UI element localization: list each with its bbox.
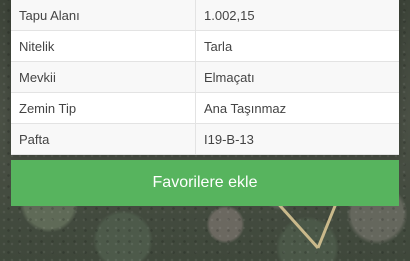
info-row-nitelik: Nitelik Tarla: [11, 31, 399, 62]
info-value: 1.002,15: [195, 0, 399, 30]
info-value: Elmaçatı: [195, 62, 399, 92]
info-label: Tapu Alanı: [19, 7, 80, 23]
info-value: Ana Taşınmaz: [195, 93, 399, 123]
parcel-info-card: Tapu Alanı 1.002,15 Nitelik Tarla Mevkii…: [11, 0, 399, 155]
parcel-info-table: Tapu Alanı 1.002,15 Nitelik Tarla Mevkii…: [11, 0, 399, 155]
info-label: Nitelik: [19, 38, 55, 54]
info-label: Mevkii: [19, 69, 56, 85]
info-value: I19-B-13: [195, 124, 399, 154]
info-label: Pafta: [19, 131, 50, 147]
info-value: Tarla: [195, 31, 399, 61]
info-row-zemin-tip: Zemin Tip Ana Taşınmaz: [11, 93, 399, 124]
info-row-mevkii: Mevkii Elmaçatı: [11, 62, 399, 93]
info-row-tapu-alani: Tapu Alanı 1.002,15: [11, 0, 399, 31]
info-row-pafta: Pafta I19-B-13: [11, 124, 399, 155]
add-to-favorites-button[interactable]: Favorilere ekle: [11, 160, 399, 206]
info-label: Zemin Tip: [19, 100, 77, 116]
